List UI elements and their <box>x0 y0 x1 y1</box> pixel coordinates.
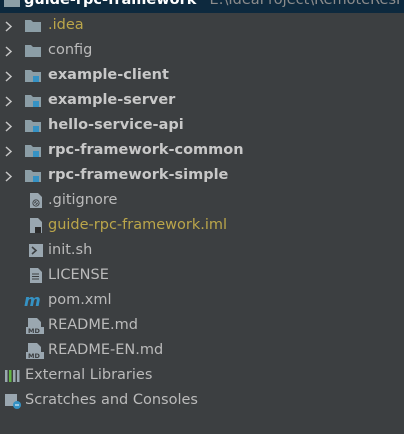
tree-item-readme-en-md[interactable]: MD README-EN.md <box>0 338 404 363</box>
tree-item-label: example-server <box>48 92 176 108</box>
module-folder-icon <box>24 67 42 84</box>
libraries-icon <box>4 367 22 384</box>
module-folder-icon <box>24 167 42 184</box>
tree-item-label: .gitignore <box>48 192 118 208</box>
tree-item-label: README.md <box>48 317 138 333</box>
tree-item-readme-md[interactable]: MD README.md <box>0 313 404 338</box>
tree-item-label: README-EN.md <box>48 342 164 358</box>
scratches-icon <box>4 392 22 409</box>
chevron-right-icon[interactable] <box>3 170 14 182</box>
tree-item-external-libraries[interactable]: External Libraries <box>0 363 404 388</box>
folder-icon <box>3 0 21 9</box>
text-file-icon <box>27 267 45 284</box>
tree-item-label: External Libraries <box>25 367 153 383</box>
tree-item-scratches[interactable]: Scratches and Consoles <box>0 388 404 413</box>
tree-root-label: guide-rpc-framework E:\IdeaProject\Remot… <box>24 0 404 13</box>
tree-item-init-sh[interactable]: init.sh <box>0 238 404 263</box>
chevron-right-icon[interactable] <box>3 120 14 132</box>
markdown-file-icon: MD <box>25 317 45 335</box>
markdown-file-icon: MD <box>25 342 45 360</box>
svg-text:m: m <box>24 292 41 309</box>
tree-item-label: guide-rpc-framework.iml <box>48 217 228 233</box>
chevron-right-icon[interactable] <box>3 45 14 57</box>
tree-item-label: rpc-framework-simple <box>48 167 229 183</box>
tree-item-rpc-framework-simple[interactable]: rpc-framework-simple <box>0 163 404 188</box>
maven-file-icon: m <box>24 291 46 310</box>
svg-text:MD: MD <box>28 352 40 359</box>
svg-text:MD: MD <box>28 327 40 334</box>
tree-item-example-server[interactable]: example-server <box>0 88 404 113</box>
tree-item-label: rpc-framework-common <box>48 142 244 158</box>
tree-item-label: pom.xml <box>48 292 112 308</box>
project-name: guide-rpc-framework <box>24 0 197 8</box>
tree-item-iml[interactable]: guide-rpc-framework.iml <box>0 213 404 238</box>
tree-item-hello-service-api[interactable]: hello-service-api <box>0 113 404 138</box>
chevron-right-icon[interactable] <box>3 20 14 32</box>
tree-item-license[interactable]: LICENSE <box>0 263 404 288</box>
tree-item-label: init.sh <box>48 242 93 258</box>
module-folder-icon <box>24 117 42 134</box>
tree-item-idea[interactable]: .idea <box>0 13 404 38</box>
tree-item-label: .idea <box>48 17 84 33</box>
iml-file-icon <box>27 217 45 234</box>
tree-item-label: example-client <box>48 67 169 83</box>
folder-icon <box>24 42 42 59</box>
chevron-right-icon[interactable] <box>3 70 14 82</box>
folder-icon <box>24 17 42 34</box>
project-tree: guide-rpc-framework E:\IdeaProject\Remot… <box>0 0 404 413</box>
shell-file-icon <box>27 242 45 259</box>
project-path: E:\IdeaProject\RemoteResPro <box>209 0 404 8</box>
tree-item-label: LICENSE <box>48 267 109 283</box>
chevron-right-icon[interactable] <box>3 95 14 107</box>
tree-item-example-client[interactable]: example-client <box>0 63 404 88</box>
module-folder-icon <box>24 142 42 159</box>
tree-item-label: hello-service-api <box>48 117 184 133</box>
tree-item-label: Scratches and Consoles <box>25 392 198 408</box>
tree-item-gitignore[interactable]: .gitignore <box>0 188 404 213</box>
tree-item-rpc-framework-common[interactable]: rpc-framework-common <box>0 138 404 163</box>
tree-item-label: config <box>48 42 93 58</box>
chevron-right-icon[interactable] <box>3 145 14 157</box>
gitignore-file-icon <box>27 192 45 209</box>
tree-root-row[interactable]: guide-rpc-framework E:\IdeaProject\Remot… <box>0 0 404 13</box>
tree-item-pom-xml[interactable]: m pom.xml <box>0 288 404 313</box>
module-folder-icon <box>24 92 42 109</box>
tree-item-config[interactable]: config <box>0 38 404 63</box>
